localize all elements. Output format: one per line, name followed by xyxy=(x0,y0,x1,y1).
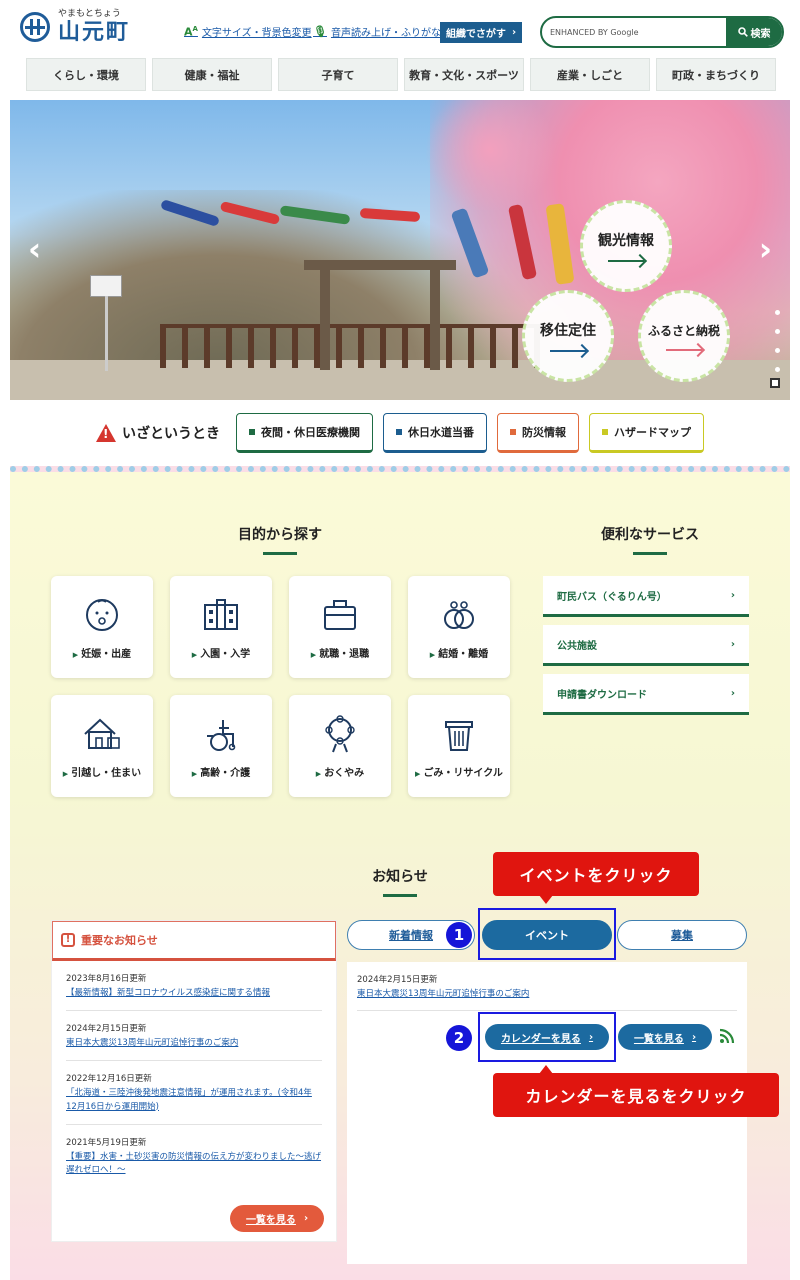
night-medical-button[interactable]: 夜間・休日医療機関 xyxy=(236,413,373,453)
rss-icon[interactable] xyxy=(719,1028,735,1044)
wooden-gate xyxy=(304,260,456,370)
arrow-right-icon xyxy=(608,260,644,262)
hero-slider: ‹ › 観光情報 移住定住 ふるさと納税 xyxy=(10,100,790,400)
arrow-right-icon xyxy=(666,348,702,351)
pause-icon[interactable] xyxy=(770,378,780,388)
purpose-grid: 妊娠・出産 入園・入学 就職・退職 結婚・離婚 引越し・住まい 高齢・介護 おく… xyxy=(51,576,510,797)
purpose-moving[interactable]: 引越し・住まい xyxy=(51,695,153,797)
slider-prev-icon[interactable]: ‹ xyxy=(28,230,41,268)
chevron-right-icon: › xyxy=(730,638,735,650)
list-item: 2022年12月16日更新 「北海道・三陸沖後発地震注意情報」が運用されます。(… xyxy=(66,1061,322,1125)
warning-icon xyxy=(96,424,116,442)
news-title: お知らせ xyxy=(360,866,440,897)
logo-kana: やまもとちょう xyxy=(58,9,121,19)
callout-click-event: イベントをクリック xyxy=(493,852,699,896)
slider-dot[interactable] xyxy=(775,348,780,353)
purpose-condolence[interactable]: おくやみ xyxy=(289,695,391,797)
site-search: ENHANCED BY Google 検索 xyxy=(540,16,784,48)
purpose-marriage[interactable]: 結婚・離婚 xyxy=(408,576,510,678)
slider-dot[interactable] xyxy=(775,329,780,334)
chevron-right-icon: › xyxy=(730,589,735,601)
chevron-right-icon: › xyxy=(730,687,735,699)
list-item: 2023年8月16日更新 【最新情報】新型コロナウイルス感染症に関する情報 xyxy=(66,961,322,1012)
tourism-link[interactable]: 観光情報 xyxy=(580,200,672,292)
purpose-garbage[interactable]: ごみ・リサイクル xyxy=(408,695,510,797)
event-list-button[interactable]: 一覧を見る › xyxy=(618,1024,712,1050)
search-input[interactable]: ENHANCED BY Google xyxy=(542,18,726,46)
holiday-water-button[interactable]: 休日水道当番 xyxy=(383,413,487,453)
trash-can-icon xyxy=(445,720,473,751)
chevron-right-icon: › xyxy=(303,1213,309,1224)
emergency-title: いざというとき xyxy=(122,426,220,442)
gnav-item-childcare[interactable]: 子育て xyxy=(278,58,398,91)
gnav-item-industry[interactable]: 産業・しごと xyxy=(530,58,650,91)
hazard-map-button[interactable]: ハザードマップ xyxy=(589,413,704,453)
house-icon xyxy=(84,718,120,749)
service-facilities[interactable]: 公共施設 › xyxy=(543,625,749,666)
search-button[interactable]: 検索 xyxy=(726,18,782,46)
hometown-tax-link[interactable]: ふるさと納税 xyxy=(638,290,730,382)
rings-icon xyxy=(444,600,474,629)
step-2-marker: 2 xyxy=(446,1025,472,1051)
gnav-item-town-admin[interactable]: 町政・まちづくり xyxy=(656,58,776,91)
important-notices: ! 重要なお知らせ 2023年8月16日更新 【最新情報】新型コロナウイルス感染… xyxy=(51,920,337,1242)
services-title: 便利なサービス xyxy=(580,524,720,555)
slider-next-icon[interactable]: › xyxy=(759,230,772,268)
news-link[interactable]: 【最新情報】新型コロナウイルス感染症に関する情報 xyxy=(66,987,322,1000)
news-link[interactable]: 【重要】水害・土砂災害の防災情報の伝え方が変わりました～逃げ遅れゼロへ！～ xyxy=(66,1151,322,1177)
purpose-employment[interactable]: 就職・退職 xyxy=(289,576,391,678)
purpose-title: 目的から探す xyxy=(210,524,350,555)
important-title: 重要なお知らせ xyxy=(81,934,158,947)
callout-click-calendar: カレンダーを見るをクリック xyxy=(493,1073,779,1117)
slider-dot[interactable] xyxy=(775,310,780,315)
gnav-item-living[interactable]: くらし・環境 xyxy=(26,58,146,91)
school-icon xyxy=(204,598,238,630)
slider-dots xyxy=(775,310,780,372)
chevron-right-icon: › xyxy=(691,1031,697,1043)
tab-recruitment[interactable]: 募集 xyxy=(617,920,747,950)
purpose-elderly-care[interactable]: 高齢・介護 xyxy=(170,695,272,797)
emergency-bar: いざというとき 夜間・休日医療機関 休日水道当番 防災情報 ハザードマップ xyxy=(0,400,800,466)
gnav-item-education[interactable]: 教育・文化・スポーツ xyxy=(404,58,524,91)
chevron-right-icon: › xyxy=(511,27,517,38)
news-link[interactable]: 「北海道・三陸沖後発地震注意情報」が運用されます。(令和4年12月16日から運用… xyxy=(66,1087,322,1113)
arrow-right-icon xyxy=(550,350,586,352)
highlight-calendar-button xyxy=(478,1012,616,1062)
town-emblem-icon xyxy=(20,12,50,42)
briefcase-icon xyxy=(324,599,356,630)
font-size-icon: AA xyxy=(184,24,198,39)
important-list-button[interactable]: 一覧を見る › xyxy=(230,1205,324,1232)
step-1-marker: 1 xyxy=(446,922,472,948)
text-size-link[interactable]: AA 文字サイズ・背景色変更 xyxy=(184,24,312,39)
event-date: 2024年2月15日更新 xyxy=(357,975,438,985)
list-item: 2021年5月19日更新 【重要】水害・土砂災害の防災情報の伝え方が変わりました… xyxy=(66,1125,322,1187)
basketball-hoop xyxy=(90,275,122,297)
service-bus[interactable]: 町民バス（ぐるりん号） › xyxy=(543,576,749,617)
global-nav: くらし・環境 健康・福祉 子育て 教育・文化・スポーツ 産業・しごと 町政・まち… xyxy=(26,58,776,91)
alert-icon: ! xyxy=(61,933,75,947)
wheelchair-icon xyxy=(207,719,236,751)
microphone-icon: 🎙 xyxy=(313,25,327,38)
gnav-item-health[interactable]: 健康・福祉 xyxy=(152,58,272,91)
highlight-event-tab xyxy=(478,908,616,960)
purpose-pregnancy[interactable]: 妊娠・出産 xyxy=(51,576,153,678)
site-header: やまもとちょう 山元町 AA 文字サイズ・背景色変更 🎙 音声読み上げ・ふりがな… xyxy=(0,0,800,100)
logo-name: 山元町 xyxy=(58,20,131,45)
slider-dot[interactable] xyxy=(775,367,780,372)
event-link[interactable]: 東日本大震災13周年山元町追悼行事のご案内 xyxy=(357,987,529,999)
search-icon xyxy=(737,27,748,37)
org-search-button[interactable]: 組織でさがす › xyxy=(440,22,522,43)
list-item: 2024年2月15日更新 東日本大震災13周年山元町追悼行事のご案内 xyxy=(66,1011,322,1062)
wreath-icon xyxy=(325,714,355,752)
relocation-link[interactable]: 移住定住 xyxy=(522,290,614,382)
baby-icon xyxy=(86,598,118,631)
news-link[interactable]: 東日本大震災13周年山元町追悼行事のご案内 xyxy=(66,1037,322,1050)
service-forms-download[interactable]: 申請書ダウンロード › xyxy=(543,674,749,715)
voice-read-link[interactable]: 🎙 音声読み上げ・ふりがな xyxy=(313,24,441,39)
site-logo[interactable]: やまもとちょう 山元町 xyxy=(20,10,130,44)
purpose-school-entry[interactable]: 入園・入学 xyxy=(170,576,272,678)
services-list: 町民バス（ぐるりん号） › 公共施設 › 申請書ダウンロード › xyxy=(543,576,749,723)
disaster-info-button[interactable]: 防災情報 xyxy=(497,413,579,453)
